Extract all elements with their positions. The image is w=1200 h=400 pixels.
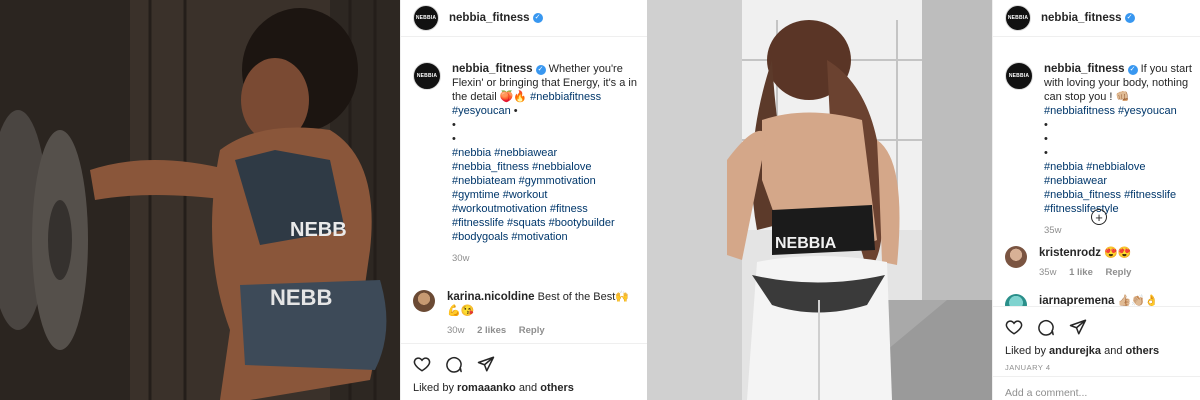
hashtag-line[interactable]: #workoutmotivation #fitness xyxy=(452,202,641,216)
add-comment-input[interactable]: Add a comment... xyxy=(993,376,1200,400)
commenter-avatar[interactable] xyxy=(1005,246,1027,268)
comment-likes[interactable]: 2 likes xyxy=(477,325,506,336)
liked-by-others[interactable]: others xyxy=(1126,345,1160,357)
liked-by: Liked by andurejka and others xyxy=(1005,345,1188,357)
caption-avatar[interactable]: NEBBIA xyxy=(1005,62,1033,90)
post-2-actions: Liked by andurejka and others JANUARY 4 xyxy=(993,306,1200,378)
post-1-username[interactable]: nebbia_fitness xyxy=(449,12,530,24)
caption-timestamp: 30w xyxy=(452,253,470,264)
caption-timestamp: 35w xyxy=(1044,225,1062,236)
comment-timestamp: 35w xyxy=(1039,267,1057,278)
liked-by-user[interactable]: andurejka xyxy=(1049,345,1101,357)
caption-dot: • xyxy=(452,119,456,131)
comment-icon[interactable] xyxy=(445,355,463,373)
load-more-comments-icon[interactable]: + xyxy=(1091,209,1107,225)
post-1-actions: Liked by romaaanko and others xyxy=(401,343,647,394)
caption-bullet: • xyxy=(513,105,518,117)
hashtag-line[interactable]: #nebbia #nebbialove #nebbiawear xyxy=(1044,160,1194,188)
post-2-photo[interactable]: NEBBIA xyxy=(647,0,992,400)
verified-badge-icon: ✓ xyxy=(1124,13,1135,23)
post-2-header: NEBBIA nebbia_fitness ✓ xyxy=(993,0,1200,37)
hashtag-line[interactable]: #nebbia #nebbiawear xyxy=(452,146,641,160)
post-1: NEBB NEBB NEBBIA nebbia_fitness ✓ NEBBIA… xyxy=(0,0,647,400)
reply-button[interactable]: Reply xyxy=(519,325,545,336)
comment: karina.nicoldine Best of the Best🙌💪😘 30w… xyxy=(413,290,641,338)
liked-by-and: and xyxy=(1104,345,1123,357)
hashtag-line[interactable]: #fitnesslifestyle xyxy=(1044,202,1194,216)
comment-text: 😍😍 xyxy=(1104,247,1132,259)
hashtag-line[interactable]: #nebbia_fitness #nebbialove xyxy=(452,160,641,174)
post-2-photo-illustration: NEBBIA xyxy=(647,0,992,400)
caption-username[interactable]: nebbia_fitness xyxy=(1044,63,1125,75)
hashtag-line[interactable]: #gymtime #workout xyxy=(452,188,641,202)
liked-by-others[interactable]: others xyxy=(540,382,574,394)
verified-badge-icon: ✓ xyxy=(535,65,546,75)
commenter-avatar[interactable] xyxy=(413,290,435,312)
share-icon[interactable] xyxy=(1069,318,1087,336)
liked-by-user[interactable]: romaaanko xyxy=(457,382,516,394)
post-date: JANUARY 4 xyxy=(1005,363,1051,372)
caption-hashtags[interactable]: #nebbiafitness #yesyoucan xyxy=(1044,105,1177,117)
heart-icon[interactable] xyxy=(1005,318,1023,336)
post-1-photo-illustration: NEBB NEBB xyxy=(0,0,400,400)
caption-avatar[interactable]: NEBBIA xyxy=(413,62,441,90)
caption-dot: • xyxy=(1044,119,1048,131)
post-1-caption: NEBBIA nebbia_fitness ✓ Whether you're Fl… xyxy=(413,62,641,266)
verified-badge-icon: ✓ xyxy=(1127,65,1138,75)
reply-button[interactable]: Reply xyxy=(1106,267,1132,278)
post-1-side-panel: NEBBIA nebbia_fitness ✓ NEBBIA nebbia_fi… xyxy=(400,0,647,400)
commenter-username[interactable]: kristenrodz xyxy=(1039,247,1101,259)
post-1-photo[interactable]: NEBB NEBB xyxy=(0,0,400,400)
caption-dot: • xyxy=(1044,133,1048,145)
svg-text:NEBB: NEBB xyxy=(290,219,347,241)
hashtag-line[interactable]: #nebbiateam #gymmotivation xyxy=(452,174,641,188)
profile-avatar[interactable]: NEBBIA xyxy=(1005,5,1031,31)
commenter-username[interactable]: karina.nicoldine xyxy=(447,291,535,303)
post-2: NEBBIA NEBBIA nebbia_fitness ✓ NEBBIA ne… xyxy=(647,0,1200,400)
verified-badge-icon: ✓ xyxy=(532,13,543,23)
hashtag-line[interactable]: #bodygoals #motivation xyxy=(452,230,641,244)
svg-text:NEBBIA: NEBBIA xyxy=(775,235,837,252)
heart-icon[interactable] xyxy=(413,355,431,373)
caption-username[interactable]: nebbia_fitness xyxy=(452,63,533,75)
comment-icon[interactable] xyxy=(1037,318,1055,336)
liked-by-prefix: Liked by xyxy=(1005,345,1046,357)
post-1-header: NEBBIA nebbia_fitness ✓ xyxy=(401,0,647,37)
post-2-side-panel: NEBBIA nebbia_fitness ✓ NEBBIA nebbia_fi… xyxy=(992,0,1200,400)
profile-avatar[interactable]: NEBBIA xyxy=(413,5,439,31)
hashtag-line[interactable]: #fitnesslife #squats #bootybuilder xyxy=(452,216,641,230)
comment-likes[interactable]: 1 like xyxy=(1069,267,1093,278)
post-2-username[interactable]: nebbia_fitness xyxy=(1041,12,1122,24)
caption-dot: • xyxy=(1044,147,1048,159)
comment-timestamp: 30w xyxy=(447,325,465,336)
share-icon[interactable] xyxy=(477,355,495,373)
caption-dot: • xyxy=(452,133,456,145)
liked-by: Liked by romaaanko and others xyxy=(413,382,635,394)
liked-by-prefix: Liked by xyxy=(413,382,454,394)
hashtag-line[interactable]: #nebbia_fitness #fitnesslife xyxy=(1044,188,1194,202)
comment: kristenrodz 😍😍 35w 1 like Reply xyxy=(1005,246,1194,280)
liked-by-and: and xyxy=(518,382,538,394)
svg-text:NEBB: NEBB xyxy=(270,285,332,310)
